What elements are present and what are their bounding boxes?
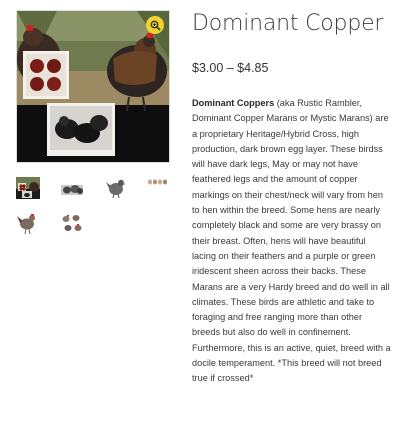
hens-collage-image [17, 11, 169, 162]
eggs-row-icon [148, 179, 167, 185]
thumb-rooster[interactable] [16, 213, 40, 235]
price-range: $3.00 – $4.85 [192, 61, 269, 75]
product-gallery [16, 10, 170, 247]
product-description: Dominant Coppers (aka Rustic Rambler, Do… [192, 96, 392, 387]
rooster-icon [17, 214, 35, 235]
chicks-icon [61, 185, 83, 195]
product-summary: Dominant Copper $3.00 – $4.85 Dominant C… [192, 8, 392, 387]
magnifier-icon [150, 20, 161, 31]
product-title: Dominant Copper [192, 11, 384, 36]
hen-icon [106, 179, 126, 199]
main-product-image[interactable] [16, 10, 170, 163]
thumb-collage[interactable] [16, 177, 40, 199]
zoom-button[interactable] [146, 16, 164, 34]
thumb-eggs[interactable] [146, 177, 170, 199]
hen-group-icon [62, 215, 82, 231]
description-body: (aka Rustic Rambler, Dominant Copper Mar… [192, 98, 391, 384]
hen-collage-icon [16, 177, 40, 199]
thumb-chicks[interactable] [60, 177, 84, 199]
description-lead: Dominant Coppers [192, 98, 275, 108]
thumbnail-strip [16, 177, 170, 247]
thumb-hen[interactable] [104, 177, 128, 199]
thumb-hen-group[interactable] [60, 213, 84, 235]
